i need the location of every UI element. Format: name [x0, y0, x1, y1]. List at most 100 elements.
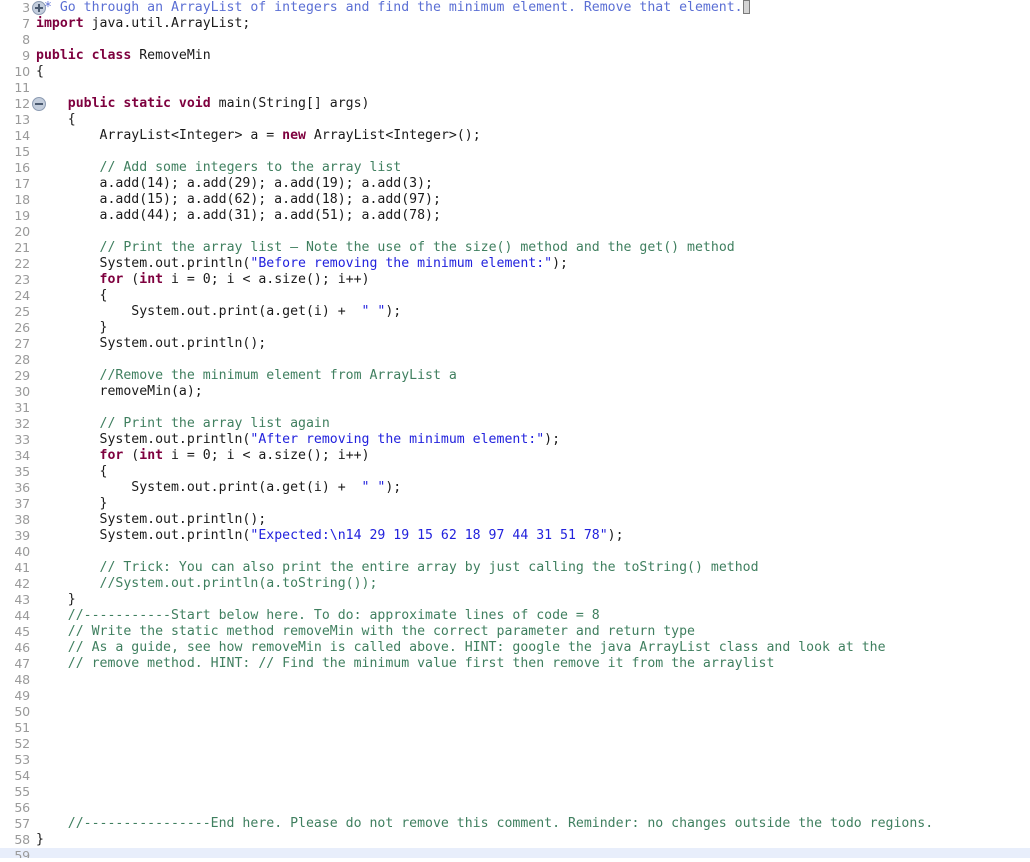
- code-text[interactable]: //Remove the minimum element from ArrayL…: [36, 368, 457, 384]
- code-line[interactable]: 39 System.out.println("Expected:\n14 29 …: [0, 528, 1030, 544]
- code-text[interactable]: // As a guide, see how removeMin is call…: [36, 640, 886, 656]
- token-str: "Before removing the minimum element:": [250, 256, 553, 271]
- code-text[interactable]: // remove method. HINT: // Find the mini…: [36, 656, 775, 672]
- code-line[interactable]: 56: [0, 800, 1030, 816]
- code-line[interactable]: 47 // remove method. HINT: // Find the m…: [0, 656, 1030, 672]
- code-line[interactable]: 44 //-----------Start below here. To do:…: [0, 608, 1030, 624]
- code-text[interactable]: public static void main(String[] args): [36, 96, 370, 112]
- code-line[interactable]: 22 System.out.println("Before removing t…: [0, 256, 1030, 272]
- code-text[interactable]: System.out.println("Expected:\n14 29 19 …: [36, 528, 624, 544]
- code-text[interactable]: System.out.println("After removing the m…: [36, 432, 561, 448]
- code-text[interactable]: {: [36, 112, 76, 128]
- code-line[interactable]: 29 //Remove the minimum element from Arr…: [0, 368, 1030, 384]
- code-lines-container[interactable]: 3 * Go through an ArrayList of integers …: [0, 0, 1030, 862]
- code-line[interactable]: 7 import java.util.ArrayList;: [0, 16, 1030, 32]
- code-line[interactable]: 50: [0, 704, 1030, 720]
- code-line[interactable]: 45 // Write the static method removeMin …: [0, 624, 1030, 640]
- code-text[interactable]: for (int i = 0; i < a.size(); i++): [36, 448, 370, 464]
- code-line[interactable]: 10 {: [0, 64, 1030, 80]
- code-line[interactable]: 25 System.out.print(a.get(i) + " ");: [0, 304, 1030, 320]
- code-line[interactable]: 40: [0, 544, 1030, 560]
- code-text[interactable]: // Print the array list – Note the use o…: [36, 240, 735, 256]
- code-line[interactable]: 11: [0, 80, 1030, 96]
- code-line[interactable]: 52: [0, 736, 1030, 752]
- code-text[interactable]: // Add some integers to the array list: [36, 160, 402, 176]
- code-line[interactable]: 14 ArrayList<Integer> a = new ArrayList<…: [0, 128, 1030, 144]
- code-text[interactable]: }: [36, 320, 108, 336]
- code-line[interactable]: 8: [0, 32, 1030, 48]
- code-text[interactable]: System.out.print(a.get(i) + " ");: [36, 304, 401, 320]
- code-line[interactable]: 21 // Print the array list – Note the us…: [0, 240, 1030, 256]
- code-text[interactable]: ArrayList<Integer> a = new ArrayList<Int…: [36, 128, 481, 144]
- code-text[interactable]: {: [36, 64, 44, 80]
- code-line[interactable]: 41 // Trick: You can also print the enti…: [0, 560, 1030, 576]
- code-line[interactable]: 57 //----------------End here. Please do…: [0, 816, 1030, 832]
- code-line[interactable]: 24 {: [0, 288, 1030, 304]
- code-text[interactable]: // Print the array list again: [36, 416, 330, 432]
- code-line[interactable]: 48: [0, 672, 1030, 688]
- code-line[interactable]: 17 a.add(14); a.add(29); a.add(19); a.ad…: [0, 176, 1030, 192]
- code-line[interactable]: 54: [0, 768, 1030, 784]
- code-line[interactable]: 18 a.add(15); a.add(62); a.add(18); a.ad…: [0, 192, 1030, 208]
- code-line[interactable]: 31: [0, 400, 1030, 416]
- code-line[interactable]: 16 // Add some integers to the array lis…: [0, 160, 1030, 176]
- code-text[interactable]: {: [36, 288, 108, 304]
- code-line[interactable]: 12 public static void main(String[] args…: [0, 96, 1030, 112]
- code-text[interactable]: }: [36, 832, 44, 848]
- code-line[interactable]: 23 for (int i = 0; i < a.size(); i++): [0, 272, 1030, 288]
- token-plain: System.out.println(: [36, 432, 251, 447]
- code-text[interactable]: System.out.print(a.get(i) + " ");: [36, 480, 401, 496]
- code-text[interactable]: //----------------End here. Please do no…: [36, 816, 933, 832]
- code-line[interactable]: 28: [0, 352, 1030, 368]
- code-line[interactable]: 3 * Go through an ArrayList of integers …: [0, 0, 1030, 16]
- code-text[interactable]: //-----------Start below here. To do: ap…: [36, 608, 600, 624]
- code-text[interactable]: System.out.println("Before removing the …: [36, 256, 568, 272]
- code-text[interactable]: public class RemoveMin: [36, 48, 211, 64]
- code-line[interactable]: 20: [0, 224, 1030, 240]
- code-line[interactable]: 53: [0, 752, 1030, 768]
- line-number: 30: [14, 384, 30, 399]
- code-line[interactable]: 30 removeMin(a);: [0, 384, 1030, 400]
- code-line[interactable]: 37 }: [0, 496, 1030, 512]
- code-text[interactable]: System.out.println();: [36, 336, 267, 352]
- code-line[interactable]: 9 public class RemoveMin: [0, 48, 1030, 64]
- token-cmt: //----------------End here. Please do no…: [67, 816, 934, 831]
- code-line[interactable]: 19 a.add(44); a.add(31); a.add(51); a.ad…: [0, 208, 1030, 224]
- code-text[interactable]: * Go through an ArrayList of integers an…: [36, 0, 750, 16]
- code-line[interactable]: 34 for (int i = 0; i < a.size(); i++): [0, 448, 1030, 464]
- code-line[interactable]: 27 System.out.println();: [0, 336, 1030, 352]
- code-line[interactable]: 55: [0, 784, 1030, 800]
- code-line[interactable]: 32 // Print the array list again: [0, 416, 1030, 432]
- code-text[interactable]: // Trick: You can also print the entire …: [36, 560, 759, 576]
- code-line[interactable]: 35 {: [0, 464, 1030, 480]
- code-line[interactable]: 15: [0, 144, 1030, 160]
- code-text[interactable]: removeMin(a);: [36, 384, 203, 400]
- code-line[interactable]: 49: [0, 688, 1030, 704]
- line-number: 48: [14, 672, 30, 687]
- code-line[interactable]: 13 {: [0, 112, 1030, 128]
- code-text[interactable]: }: [36, 592, 76, 608]
- code-line[interactable]: 36 System.out.print(a.get(i) + " ");: [0, 480, 1030, 496]
- code-text[interactable]: a.add(15); a.add(62); a.add(18); a.add(9…: [36, 192, 441, 208]
- line-number: 38: [14, 512, 30, 527]
- code-line[interactable]: 46 // As a guide, see how removeMin is c…: [0, 640, 1030, 656]
- code-line[interactable]: 33 System.out.println("After removing th…: [0, 432, 1030, 448]
- code-text[interactable]: a.add(14); a.add(29); a.add(19); a.add(3…: [36, 176, 433, 192]
- code-text[interactable]: //System.out.println(a.toString());: [36, 576, 378, 592]
- line-number: 19: [14, 208, 30, 223]
- code-line[interactable]: 42 //System.out.println(a.toString());: [0, 576, 1030, 592]
- code-editor[interactable]: 3 * Go through an ArrayList of integers …: [0, 0, 1030, 862]
- code-text[interactable]: a.add(44); a.add(31); a.add(51); a.add(7…: [36, 208, 441, 224]
- code-text[interactable]: {: [36, 464, 108, 480]
- code-line[interactable]: 58}: [0, 832, 1030, 848]
- code-text[interactable]: System.out.println();: [36, 512, 267, 528]
- code-text[interactable]: for (int i = 0; i < a.size(); i++): [36, 272, 370, 288]
- code-line[interactable]: 38 System.out.println();: [0, 512, 1030, 528]
- code-text[interactable]: }: [36, 496, 108, 512]
- code-text[interactable]: import java.util.ArrayList;: [36, 16, 250, 32]
- code-line[interactable]: 26 }: [0, 320, 1030, 336]
- code-text[interactable]: // Write the static method removeMin wit…: [36, 624, 695, 640]
- code-line[interactable]: 51: [0, 720, 1030, 736]
- code-line[interactable]: 43 }: [0, 592, 1030, 608]
